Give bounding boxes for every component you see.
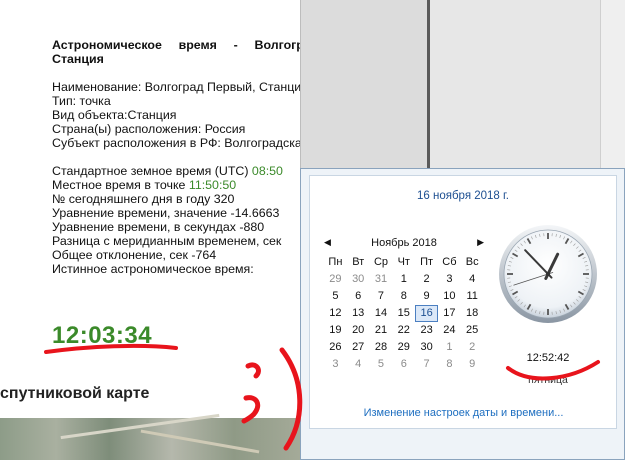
- red-underline: [506, 360, 600, 381]
- screen: Астрономическое время - Волгоград Первый…: [0, 0, 625, 460]
- red-bracket: [279, 347, 303, 451]
- red-underline: [44, 343, 178, 354]
- red-annotation-overlay: [44, 343, 600, 451]
- red-dot: [245, 362, 261, 379]
- red-comma: [241, 395, 261, 424]
